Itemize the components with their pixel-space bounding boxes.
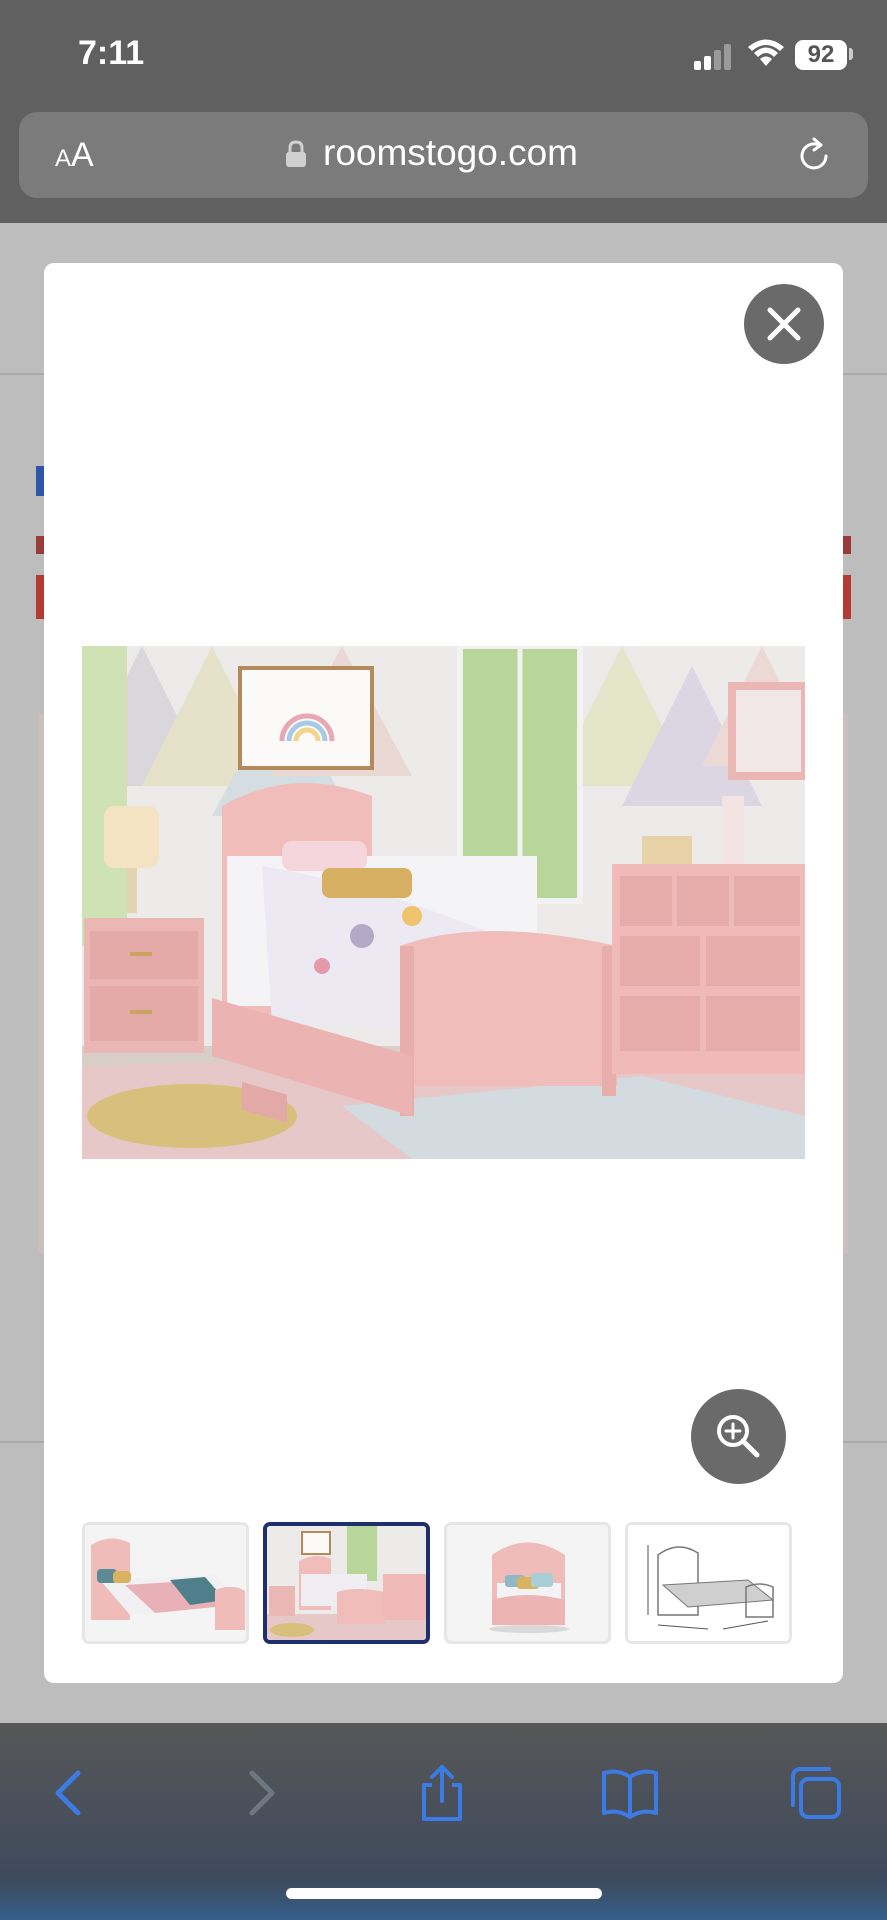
thumbnail-1[interactable] bbox=[82, 1522, 249, 1644]
text-size-small: A bbox=[55, 145, 72, 172]
reload-icon[interactable] bbox=[794, 136, 834, 176]
thumbnail-image bbox=[447, 1525, 608, 1641]
screen: 7:11 92 AA roomstogo.com bbox=[0, 0, 887, 1920]
battery-nub bbox=[849, 48, 853, 60]
browser-address-area: AA roomstogo.com bbox=[0, 112, 887, 223]
thumbnail-strip bbox=[82, 1522, 805, 1644]
thumbnail-image bbox=[85, 1525, 246, 1641]
main-product-image[interactable] bbox=[82, 646, 805, 1159]
status-bar: 7:11 92 bbox=[0, 0, 887, 112]
zoom-button[interactable] bbox=[691, 1389, 786, 1484]
bookmarks-icon[interactable] bbox=[600, 1763, 660, 1823]
thumbnail-4[interactable] bbox=[625, 1522, 792, 1644]
bedroom-scene-illustration bbox=[82, 646, 805, 1159]
thumbnail-3[interactable] bbox=[444, 1522, 611, 1644]
thumbnail-image bbox=[267, 1526, 426, 1640]
back-icon[interactable] bbox=[40, 1763, 100, 1823]
text-size-large: A bbox=[71, 136, 94, 174]
close-icon bbox=[767, 307, 801, 341]
forward-icon[interactable] bbox=[230, 1763, 290, 1823]
tabs-icon[interactable] bbox=[785, 1763, 845, 1823]
battery-indicator: 92 bbox=[795, 40, 847, 70]
text-size-button[interactable]: AA bbox=[55, 136, 94, 175]
status-time: 7:11 bbox=[78, 34, 145, 72]
url-domain[interactable]: roomstogo.com bbox=[323, 132, 578, 174]
home-indicator[interactable] bbox=[286, 1888, 602, 1899]
thumbnail-2[interactable] bbox=[263, 1522, 430, 1644]
signal-icon bbox=[694, 44, 731, 70]
share-icon[interactable] bbox=[412, 1763, 472, 1823]
address-bar[interactable]: AA roomstogo.com bbox=[19, 112, 868, 198]
thumbnail-image bbox=[628, 1525, 789, 1641]
close-button[interactable] bbox=[744, 284, 824, 364]
wifi-icon bbox=[748, 39, 784, 66]
lock-icon bbox=[286, 140, 306, 167]
zoom-in-icon bbox=[717, 1415, 760, 1458]
